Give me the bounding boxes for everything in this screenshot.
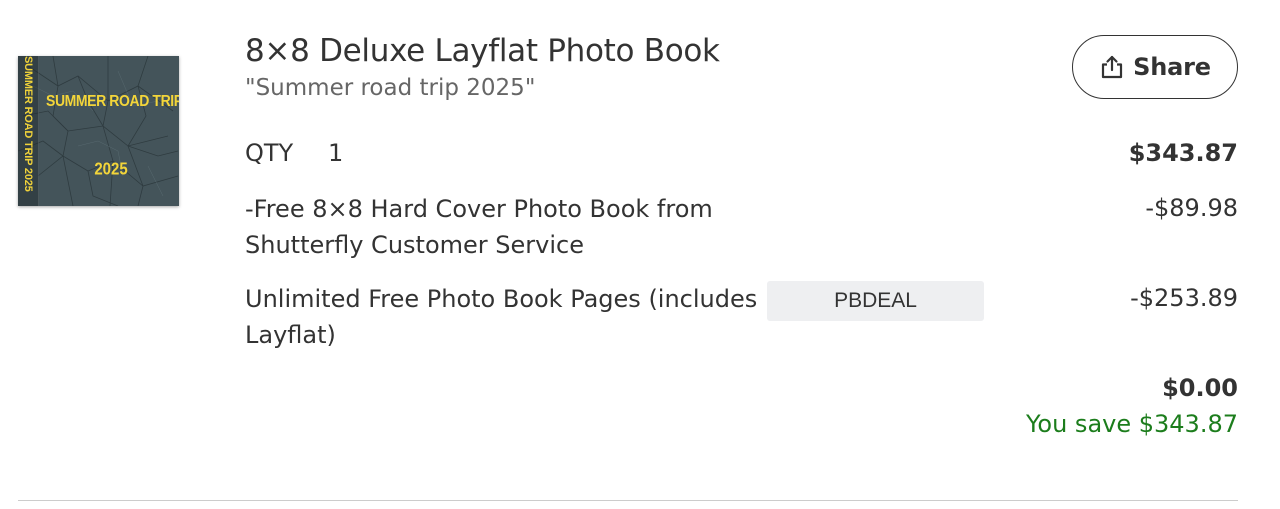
share-label: Share [1133,53,1211,81]
spine-text: SUMMER ROAD TRIP 2025 [22,56,34,192]
discount-description: -Free 8×8 Hard Cover Photo Book from Shu… [245,195,713,259]
promo-code-badge: PBDEAL [767,281,984,321]
item-price: $343.87 [1128,139,1238,167]
qty-value: 1 [328,139,344,167]
cover-title: SUMMER ROAD TRIP [46,90,179,110]
discount-amount: -$253.89 [1130,284,1238,312]
cover-texture [18,56,179,206]
discount-description: Unlimited Free Photo Book Pages (include… [245,285,758,349]
divider [18,500,1238,501]
cover-year: 2025 [94,159,128,180]
qty-label: QTY [245,139,294,167]
project-name: "Summer road trip 2025" [245,75,536,101]
discount-amount: -$89.98 [1145,194,1238,222]
savings-text: You save $343.87 [1025,410,1238,438]
total-price: $0.00 [1162,374,1238,402]
share-button[interactable]: Share [1072,35,1238,99]
share-icon [1102,55,1123,79]
product-title: 8×8 Deluxe Layflat Photo Book [245,33,720,69]
product-thumbnail[interactable]: SUMMER ROAD TRIP 2025 SUMMER ROAD TRIP 2… [18,56,179,206]
